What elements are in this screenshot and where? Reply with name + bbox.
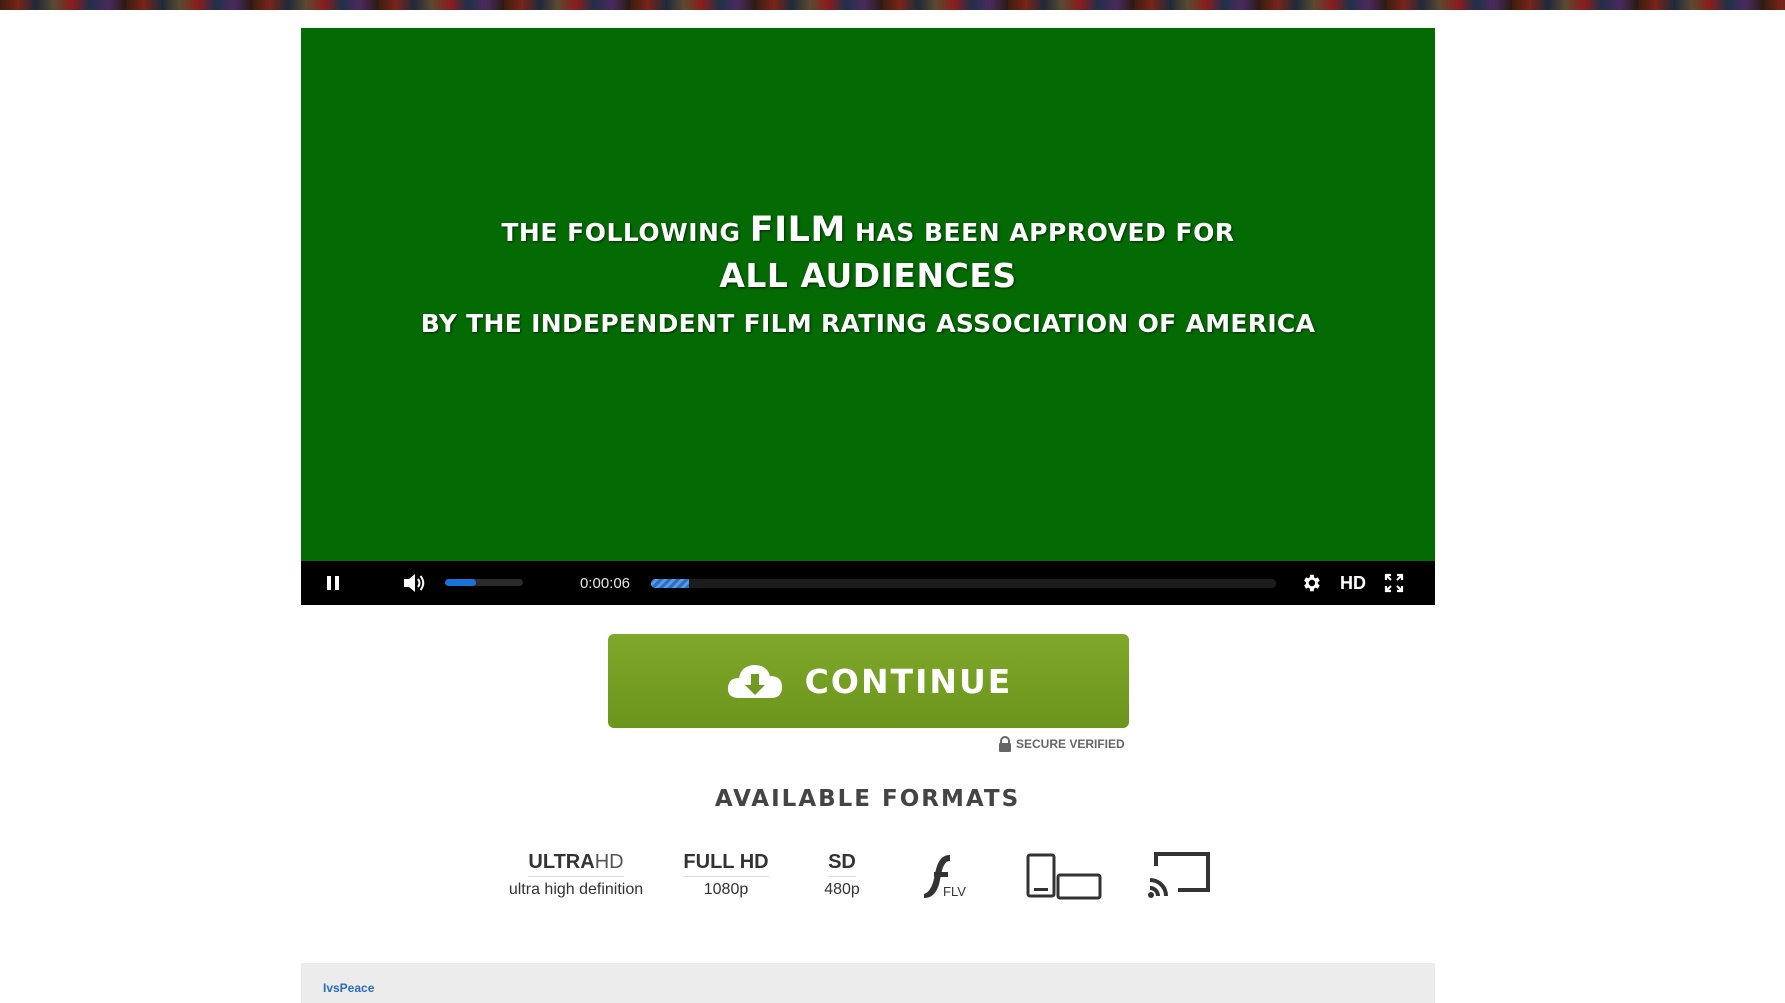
rating-association: BY THE INDEPENDENT FILM RATING ASSOCIATI…: [420, 308, 1316, 338]
gear-icon[interactable]: [1299, 571, 1323, 595]
format-fullhd: FULL HD 1080p: [680, 851, 772, 899]
player-controls: 0:00:06 HD: [301, 561, 1435, 605]
continue-label: CONTINUE: [804, 661, 1013, 701]
cast-icon: [1148, 850, 1212, 900]
secure-label: SECURE VERIFIED: [1016, 737, 1125, 751]
progress-buffer: [651, 579, 689, 588]
devices-icon: [1026, 852, 1102, 900]
flash-flv-icon: FLV: [920, 852, 970, 900]
fullscreen-icon[interactable]: [1383, 572, 1405, 594]
continue-button[interactable]: CONTINUE: [608, 634, 1129, 728]
format-sd-name: SD: [828, 851, 856, 877]
format-sd-desc: 480p: [824, 881, 860, 898]
rating-line-1-suffix: HAS BEEN APPROVED FOR: [855, 217, 1235, 247]
format-ultrahd-desc: ultra high definition: [508, 881, 644, 898]
rating-line-1-prefix: THE FOLLOWING: [501, 217, 741, 247]
volume-slider[interactable]: [445, 579, 523, 586]
rating-line-1-emphasis: FILM: [749, 209, 846, 250]
rating-audience: ALL AUDIENCES: [719, 255, 1017, 295]
video-player[interactable]: THE FOLLOWING FILM HAS BEEN APPROVED FOR…: [301, 28, 1435, 605]
format-sd: SD 480p: [816, 851, 868, 899]
movie-posters-strip: [0, 0, 1785, 10]
flv-label: FLV: [943, 884, 966, 899]
rating-line-1: THE FOLLOWING FILM HAS BEEN APPROVED FOR: [501, 210, 1234, 250]
format-fullhd-name: FULL HD: [683, 851, 769, 877]
format-ultrahd-name: ULTRAHD: [528, 851, 624, 877]
time-display: 0:00:06: [579, 574, 631, 592]
volume-level: [445, 579, 477, 586]
format-fullhd-desc: 1080p: [703, 881, 749, 898]
cloud-download-icon: [725, 660, 785, 702]
comments-section: IvsPeace: [301, 963, 1435, 1003]
pause-icon[interactable]: [325, 573, 341, 593]
formats-heading: AVAILABLE FORMATS: [714, 786, 1021, 812]
format-ultrahd: ULTRAHD ultra high definition: [498, 851, 654, 899]
progress-bar[interactable]: [651, 579, 1276, 588]
lock-icon: [998, 736, 1012, 752]
quality-toggle[interactable]: HD: [1337, 571, 1369, 595]
volume-icon[interactable]: [401, 570, 427, 596]
rating-card[interactable]: THE FOLLOWING FILM HAS BEEN APPROVED FOR…: [301, 28, 1435, 561]
secure-verified-badge: SECURE VERIFIED: [998, 734, 1125, 754]
